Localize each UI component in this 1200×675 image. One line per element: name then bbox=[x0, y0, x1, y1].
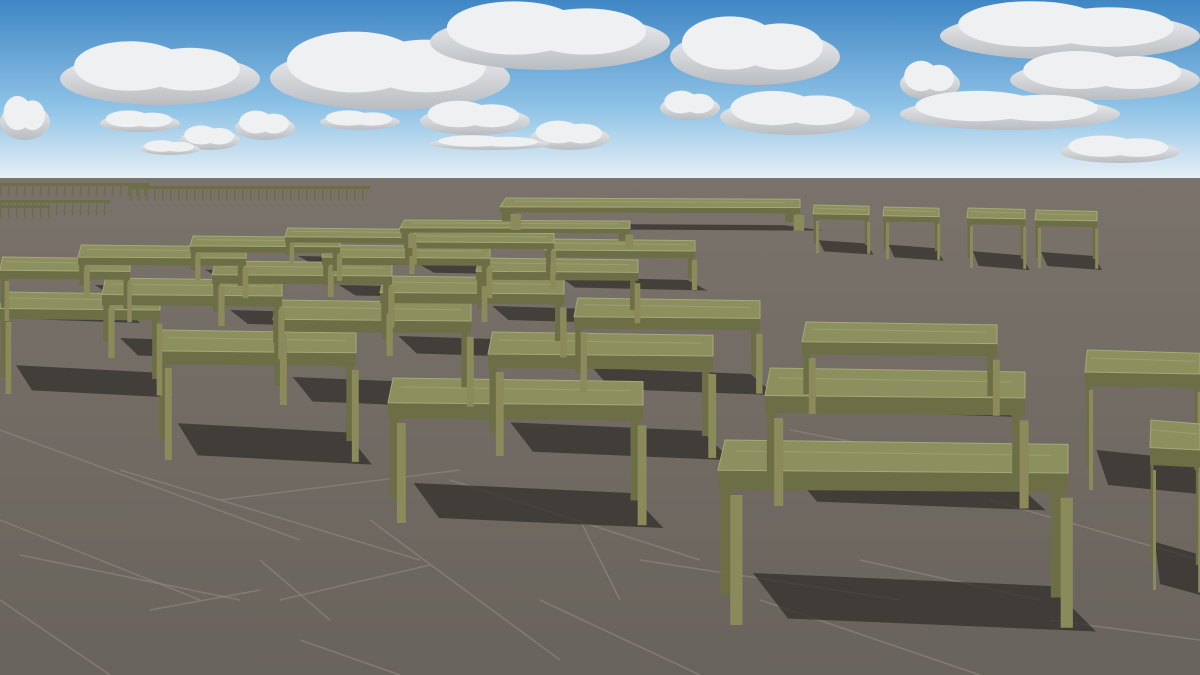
table-leg bbox=[1089, 390, 1094, 490]
table-leg bbox=[867, 221, 871, 254]
table-apron bbox=[380, 292, 564, 305]
table-leg bbox=[1019, 420, 1029, 509]
game-viewport[interactable] bbox=[0, 0, 1200, 675]
table-leg bbox=[327, 267, 334, 297]
table-leg bbox=[580, 332, 588, 392]
table-leg bbox=[408, 234, 417, 248]
table-leg bbox=[550, 250, 557, 275]
table-top bbox=[403, 231, 555, 244]
table-leg bbox=[793, 214, 805, 231]
table-leg bbox=[774, 418, 784, 506]
table-apron bbox=[388, 402, 643, 421]
table-leg bbox=[560, 307, 567, 358]
table-leg bbox=[756, 333, 763, 394]
table-leg bbox=[351, 369, 359, 462]
table-top bbox=[1084, 349, 1200, 375]
table-leg bbox=[156, 323, 163, 396]
table-leg bbox=[495, 372, 504, 456]
table-leg bbox=[242, 268, 249, 299]
table-top bbox=[573, 297, 761, 319]
table-leg bbox=[83, 267, 90, 297]
table-top bbox=[487, 331, 714, 357]
table-apron bbox=[273, 319, 471, 334]
table-leg bbox=[388, 287, 395, 328]
table-leg bbox=[108, 308, 115, 358]
table-leg bbox=[195, 254, 201, 280]
table-leg bbox=[992, 359, 1000, 416]
table-leg bbox=[510, 214, 521, 230]
table-apron bbox=[488, 354, 713, 370]
table-leg bbox=[486, 268, 493, 299]
table-leg bbox=[396, 423, 406, 523]
table-leg bbox=[1153, 470, 1156, 590]
table-leg bbox=[730, 495, 743, 625]
table-top bbox=[1149, 419, 1200, 451]
table-leg bbox=[1023, 226, 1027, 269]
table-apron bbox=[1085, 372, 1200, 388]
table-leg bbox=[278, 309, 285, 360]
table-leg bbox=[127, 282, 132, 323]
table-leg bbox=[218, 286, 225, 326]
table-leg bbox=[336, 254, 343, 281]
table-leg bbox=[937, 223, 941, 260]
table-top bbox=[801, 321, 998, 345]
table-top bbox=[157, 329, 357, 354]
table-leg bbox=[625, 234, 634, 249]
table-apron bbox=[574, 316, 760, 331]
table-leg bbox=[1038, 228, 1041, 268]
table-leg bbox=[691, 260, 698, 290]
table-leg bbox=[1060, 497, 1073, 628]
table-leg bbox=[816, 221, 819, 253]
table-leg bbox=[4, 281, 10, 321]
table-top bbox=[387, 377, 644, 406]
table-leg bbox=[466, 336, 474, 407]
table-apron bbox=[1150, 447, 1200, 468]
table-leg bbox=[637, 425, 647, 526]
table-leg bbox=[1095, 228, 1099, 269]
table-top bbox=[1034, 209, 1098, 222]
table-leg bbox=[708, 374, 717, 458]
table-leg bbox=[5, 322, 12, 394]
table-top bbox=[966, 207, 1026, 220]
table-apron bbox=[765, 395, 1025, 416]
table-leg bbox=[289, 244, 295, 264]
table-apron bbox=[802, 341, 997, 357]
table-leg bbox=[886, 223, 889, 259]
table-apron bbox=[158, 350, 356, 367]
table-leg bbox=[970, 226, 973, 268]
table-leg bbox=[634, 283, 641, 324]
table-top bbox=[475, 257, 639, 273]
table-apron bbox=[0, 308, 160, 321]
table-leg bbox=[808, 358, 816, 414]
table-leg bbox=[164, 368, 172, 460]
